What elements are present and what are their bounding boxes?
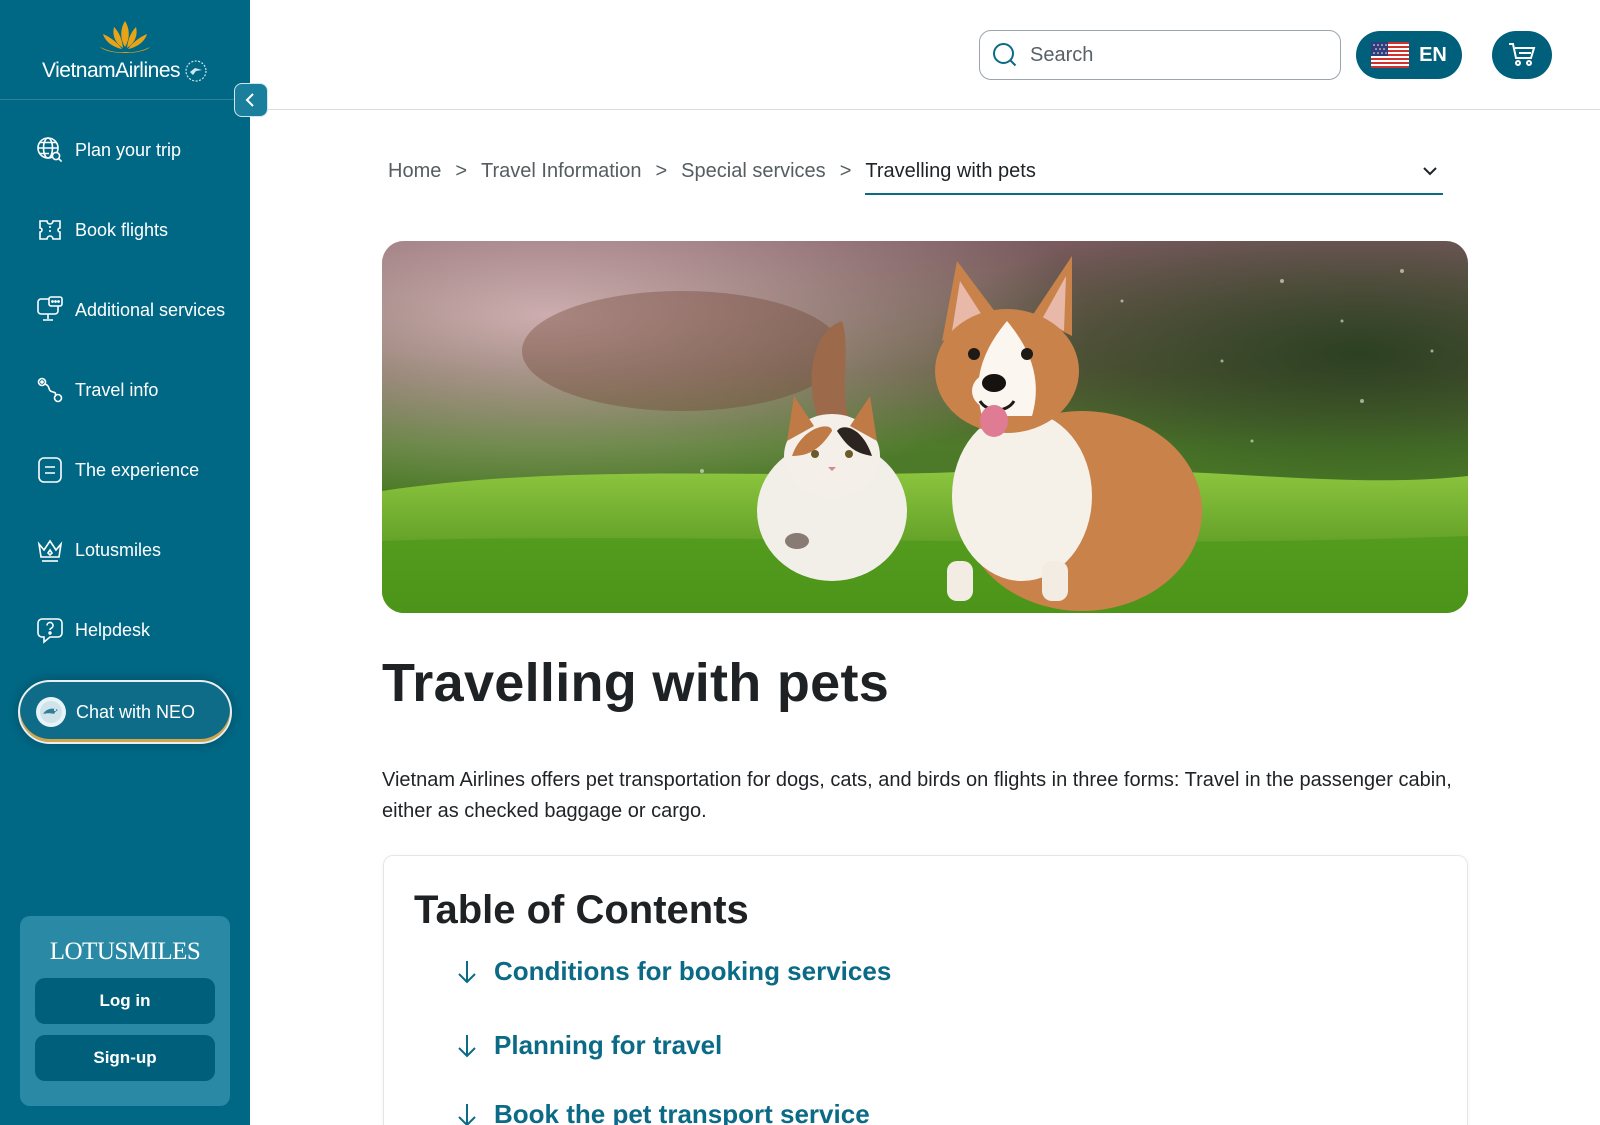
menu-box-icon [36, 456, 64, 484]
sidebar-item-helpdesk[interactable]: Helpdesk [0, 590, 250, 670]
sidebar-item-label: Helpdesk [75, 619, 151, 640]
stamp-icon [185, 59, 207, 82]
globe-search-icon [36, 136, 64, 164]
sidebar-item-label: Book flights [75, 219, 169, 240]
sidebar: VietnamAirlines Plan your trip Book flig… [0, 0, 250, 1125]
neo-avatar-icon [36, 697, 66, 727]
sidebar-item-plan-your-trip[interactable]: Plan your trip [0, 110, 250, 190]
toc-link-conditions[interactable]: Conditions for booking services [456, 956, 891, 987]
chevron-down-icon [1423, 167, 1438, 176]
collapse-sidebar-button[interactable] [234, 83, 268, 117]
toc-item-label: Planning for travel [494, 1030, 723, 1060]
table-of-contents: Table of Contents Conditions for booking… [383, 855, 1468, 1125]
toc-link-book-service[interactable]: Book the pet transport service [456, 1099, 870, 1125]
breadcrumb-current-dropdown[interactable]: Travelling with pets [865, 160, 1444, 195]
us-flag-icon [1371, 42, 1410, 68]
sidebar-item-book-flights[interactable]: Book flights [0, 190, 250, 270]
breadcrumb-separator: > [655, 160, 668, 182]
breadcrumb-current: Travelling with pets [865, 160, 1036, 182]
arrow-down-icon [458, 1034, 476, 1057]
lotus-logo-icon [100, 20, 150, 53]
language-selector[interactable]: EN [1356, 31, 1462, 79]
sidebar-item-additional-services[interactable]: Additional services [0, 270, 250, 350]
top-header: EN [250, 0, 1600, 110]
chevron-left-icon [245, 93, 254, 107]
sidebar-nav: Plan your trip Book flights Additional s… [0, 110, 250, 670]
page-title: Travelling with pets [382, 653, 890, 713]
sidebar-item-label: Travel info [75, 379, 159, 400]
search-icon [993, 43, 1017, 67]
sidebar-item-the-experience[interactable]: The experience [0, 430, 250, 510]
breadcrumb-travel-information[interactable]: Travel Information [481, 160, 641, 183]
chat-label: Chat with NEO [76, 701, 196, 722]
chat-with-neo-button[interactable]: Chat with NEO [18, 680, 232, 744]
breadcrumb-separator: > [839, 160, 852, 182]
sidebar-item-label: Additional services [75, 299, 226, 320]
intro-paragraph: Vietnam Airlines offers pet transportati… [382, 769, 1452, 822]
search-input[interactable] [1030, 43, 1320, 67]
lotusmiles-title: LOTUSMILES [49, 938, 201, 965]
logo[interactable]: VietnamAirlines [0, 0, 250, 100]
breadcrumb: Home > Travel Information > Special serv… [388, 160, 1444, 200]
sidebar-item-label: Lotusmiles [75, 539, 162, 560]
chat-monitor-icon [36, 296, 64, 324]
cart-icon [1509, 43, 1536, 66]
cart-button[interactable] [1492, 31, 1552, 79]
toc-link-planning[interactable]: Planning for travel [456, 1030, 722, 1061]
sidebar-item-travel-info[interactable]: Travel info [0, 350, 250, 430]
toc-item-label: Conditions for booking services [494, 956, 892, 986]
sidebar-item-label: The experience [75, 459, 200, 480]
ticket-icon [36, 216, 64, 244]
toc-title: Table of Contents [414, 888, 749, 932]
pets-on-grass-image [382, 241, 1468, 613]
hero-image [382, 241, 1468, 613]
breadcrumb-home[interactable]: Home [388, 160, 441, 183]
sidebar-item-lotusmiles[interactable]: Lotusmiles [0, 510, 250, 590]
search-field[interactable] [979, 30, 1341, 80]
breadcrumb-special-services[interactable]: Special services [681, 160, 826, 183]
sidebar-item-label: Plan your trip [75, 139, 182, 160]
lotusmiles-panel: LOTUSMILES Log in Sign-up [20, 916, 230, 1106]
arrow-down-icon [458, 960, 476, 983]
toc-item-label: Book the pet transport service [494, 1099, 870, 1125]
language-code: EN [1419, 43, 1447, 66]
help-bubble-icon [36, 616, 64, 644]
breadcrumb-separator: > [455, 160, 468, 182]
signup-button[interactable]: Sign-up [35, 1035, 215, 1081]
arrow-down-icon [458, 1103, 476, 1125]
login-button[interactable]: Log in [35, 978, 215, 1024]
route-icon [36, 376, 64, 404]
brand-name: VietnamAirlines [41, 58, 181, 82]
crown-icon [36, 536, 64, 564]
